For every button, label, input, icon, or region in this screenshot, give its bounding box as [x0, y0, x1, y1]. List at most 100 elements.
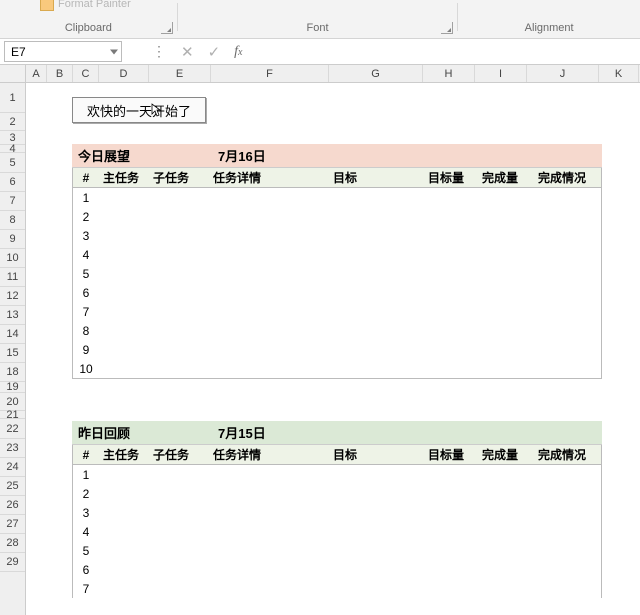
table-row[interactable]: 1: [73, 188, 601, 207]
clipboard-dialog-launcher-icon[interactable]: [161, 22, 173, 34]
name-box[interactable]: E7: [4, 41, 122, 62]
col-donestat: 完成情况: [527, 446, 597, 463]
ribbon-group-clipboard: Format Painter Clipboard: [0, 0, 177, 38]
ribbon-group-font: Font: [178, 0, 458, 38]
today-section-bar: 今日展望 7月16日: [72, 144, 602, 168]
row-header[interactable]: 26: [0, 496, 25, 515]
font-dialog-launcher-icon[interactable]: [441, 22, 453, 34]
table-row[interactable]: 10: [73, 359, 601, 378]
spreadsheet-grid[interactable]: A B C D E F G H I J K 123456789101112131…: [0, 65, 640, 615]
row-header[interactable]: 12: [0, 287, 25, 306]
start-day-label: 欢快的一天开始了: [87, 101, 191, 120]
row-header[interactable]: 8: [0, 211, 25, 230]
today-task-table: # 主任务 子任务 任务详情 目标 目标量 完成量 完成情况 1 2 3 45 6 7 8 9…: [72, 168, 602, 379]
formula-bar-row: E7 ⋮ ✕ ✓ fx: [0, 39, 640, 65]
yesterday-task-table: # 主任务 子任务 任务详情 目标 目标量 完成量 完成情况 1234567: [72, 445, 602, 598]
row-header[interactable]: 19: [0, 382, 25, 393]
row-header[interactable]: 24: [0, 458, 25, 477]
row-header[interactable]: 18: [0, 363, 25, 382]
col-header[interactable]: I: [475, 65, 527, 82]
row-header[interactable]: 5: [0, 153, 25, 173]
table-row[interactable]: 4: [73, 522, 601, 541]
row-header[interactable]: 21: [0, 411, 25, 419]
row-header[interactable]: 6: [0, 173, 25, 192]
table-row[interactable]: 7: [73, 579, 601, 598]
formula-input[interactable]: [261, 39, 640, 64]
col-donestat: 完成情况: [527, 169, 597, 186]
row-header[interactable]: 4: [0, 145, 25, 153]
table-row[interactable]: 2: [73, 484, 601, 503]
col-goal: 目标: [329, 169, 419, 186]
cancel-icon[interactable]: ✕: [181, 43, 194, 61]
cells-area[interactable]: 欢快的一天开始了 今日展望 7月16日 # 主任务 子任务 任务详情 目标 目标…: [26, 83, 640, 615]
row-header[interactable]: 15: [0, 344, 25, 363]
table-row[interactable]: 5: [73, 541, 601, 560]
table-row[interactable]: 6: [73, 560, 601, 579]
table-row[interactable]: 3: [73, 226, 601, 245]
yesterday-table-body: 12 3 4567: [73, 465, 601, 598]
col-sub: 子任务: [149, 446, 209, 463]
name-box-value: E7: [11, 45, 26, 59]
yesterday-section-bar: 昨日回顾 7月15日: [72, 421, 602, 445]
row-header[interactable]: 7: [0, 192, 25, 211]
row-header[interactable]: 14: [0, 325, 25, 344]
table-row[interactable]: 1: [73, 465, 601, 484]
table-row[interactable]: 5: [73, 264, 601, 283]
group-label-font: Font: [306, 22, 328, 34]
group-label-clipboard: Clipboard: [65, 22, 112, 34]
col-header[interactable]: K: [599, 65, 639, 82]
table-row[interactable]: 4: [73, 245, 601, 264]
format-painter-label: Format Painter: [58, 0, 131, 10]
select-all-corner[interactable]: [0, 65, 26, 83]
table-row[interactable]: 9: [73, 340, 601, 359]
chevron-down-icon[interactable]: [110, 49, 118, 54]
row-header[interactable]: 10: [0, 249, 25, 268]
row-header[interactable]: 9: [0, 230, 25, 249]
row-header[interactable]: 1: [0, 83, 25, 113]
col-goal: 目标: [329, 446, 419, 463]
col-header[interactable]: C: [73, 65, 99, 82]
col-header[interactable]: H: [423, 65, 475, 82]
col-header[interactable]: B: [47, 65, 73, 82]
col-header[interactable]: E: [149, 65, 211, 82]
col-header[interactable]: F: [211, 65, 329, 82]
table-row[interactable]: 2: [73, 207, 601, 226]
row-header[interactable]: 13: [0, 306, 25, 325]
row-num: 6: [73, 286, 99, 300]
row-num: 8: [73, 324, 99, 338]
row-header[interactable]: 23: [0, 439, 25, 458]
col-header[interactable]: J: [527, 65, 599, 82]
table-header-row: # 主任务 子任务 任务详情 目标 目标量 完成量 完成情况: [73, 168, 601, 188]
row-num: 2: [73, 210, 99, 224]
format-painter-button[interactable]: Format Painter: [40, 0, 131, 11]
row-num: 3: [73, 229, 99, 243]
col-header[interactable]: D: [99, 65, 149, 82]
row-headers[interactable]: 1234567891011121314151819202122232425262…: [0, 83, 26, 615]
row-num: 7: [73, 305, 99, 319]
row-header[interactable]: 28: [0, 534, 25, 553]
row-header[interactable]: 25: [0, 477, 25, 496]
row-header[interactable]: 22: [0, 419, 25, 439]
column-headers[interactable]: A B C D E F G H I J K: [26, 65, 640, 83]
enter-icon[interactable]: ✓: [208, 43, 221, 61]
table-row[interactable]: 7: [73, 302, 601, 321]
row-header[interactable]: 27: [0, 515, 25, 534]
row-num: 3: [73, 506, 99, 520]
today-date: 7月16日: [218, 146, 266, 165]
col-detail: 任务详情: [209, 169, 329, 186]
fx-icon[interactable]: fx: [234, 44, 242, 60]
start-day-button[interactable]: 欢快的一天开始了: [72, 97, 206, 123]
formula-bar-tools: ⋮ ✕ ✓ fx: [124, 39, 261, 64]
yesterday-date: 7月15日: [218, 423, 266, 442]
row-header[interactable]: 2: [0, 113, 25, 131]
col-sub: 子任务: [149, 169, 209, 186]
more-icon[interactable]: ⋮: [152, 43, 167, 60]
table-row[interactable]: 6: [73, 283, 601, 302]
table-row[interactable]: 8: [73, 321, 601, 340]
table-row[interactable]: 3: [73, 503, 601, 522]
col-header[interactable]: G: [329, 65, 423, 82]
col-header[interactable]: A: [26, 65, 47, 82]
col-doneamt: 完成量: [473, 446, 527, 463]
row-header[interactable]: 29: [0, 553, 25, 572]
row-header[interactable]: 11: [0, 268, 25, 287]
